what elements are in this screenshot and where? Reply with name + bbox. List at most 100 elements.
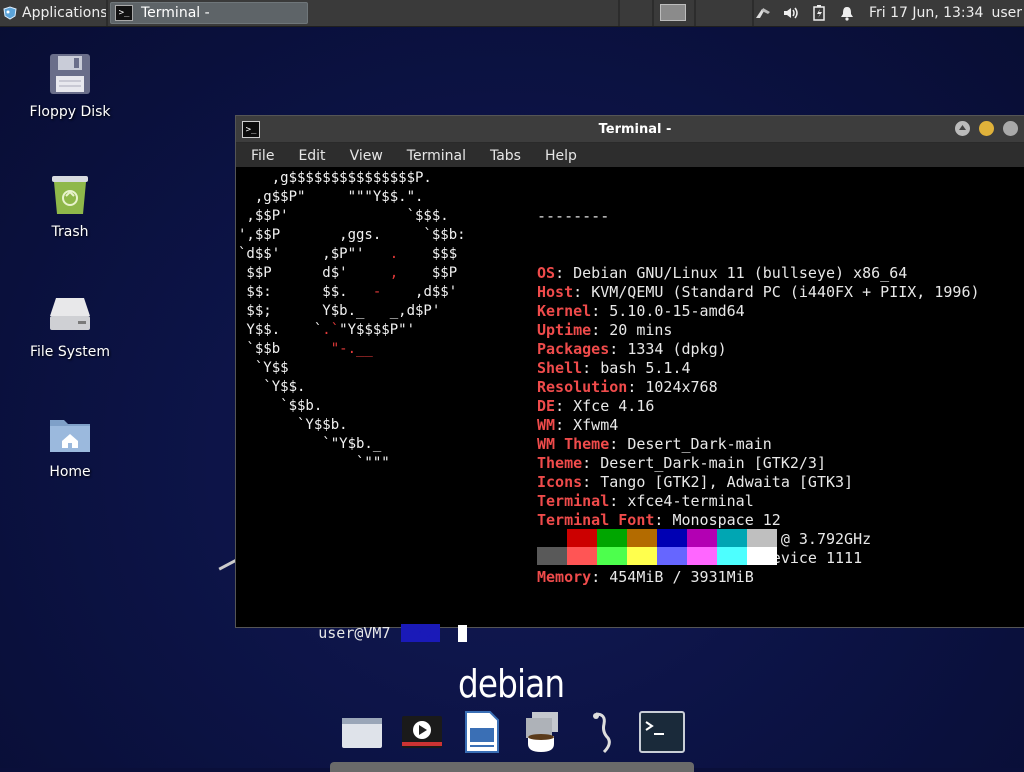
ascii-line: $$P d$' , $$P [238, 265, 458, 281]
info-line: Kernel: 5.10.0-15-amd64 [537, 302, 745, 320]
text-cursor [457, 625, 467, 642]
dock-background [330, 762, 694, 772]
info-line: DE: Xfce 4.16 [537, 397, 655, 415]
info-line: Memory: 454MiB / 3931MiB [537, 568, 754, 586]
palette-swatch [627, 547, 657, 565]
info-value: 5.10.0-15-amd64 [609, 302, 745, 320]
palette-swatch [597, 529, 627, 547]
palette-swatch [567, 547, 597, 565]
taskbar-terminal-label: Terminal - [141, 5, 210, 21]
audio-tool-icon [593, 712, 611, 754]
info-key: Shell [537, 359, 583, 377]
desktop: Applications >_ Terminal - Fri 17 Jun, 1 [0, 0, 1024, 772]
info-line: Terminal Font: Monospace 12 [537, 511, 781, 529]
menu-edit[interactable]: Edit [298, 148, 325, 164]
info-value: Desert_Dark-main [GTK2/3] [600, 454, 826, 472]
palette-swatch [747, 529, 777, 547]
palette-swatch [747, 547, 777, 565]
palette-swatch [687, 547, 717, 565]
menu-help[interactable]: Help [545, 148, 577, 164]
prompt-user: user@VM7 [318, 624, 391, 642]
info-value: 20 mins [609, 321, 673, 339]
terminal-icon: >_ [115, 5, 133, 21]
info-key: Uptime [537, 321, 592, 339]
window-shade-button[interactable] [955, 121, 970, 136]
ascii-line: `d$$' ,$P"' . $$$ [238, 246, 458, 262]
dock-media-player[interactable] [398, 708, 446, 756]
info-line: Shell: bash 5.1.4 [537, 359, 691, 377]
ascii-line: $$: $$. - ,d$$' [238, 284, 458, 300]
ascii-line: `Y$$ [238, 360, 289, 376]
dock-terminal[interactable] [638, 708, 686, 756]
ascii-line: ,$$P' `$$$. [238, 208, 449, 224]
debian-logo-text: debian [458, 662, 565, 706]
terminal-icon [639, 711, 685, 753]
user-menu[interactable]: user [991, 5, 1022, 21]
desktop-icon-label: Trash [51, 224, 89, 240]
desktop-icon-trash[interactable]: Trash [20, 172, 120, 240]
palette-swatch [717, 529, 747, 547]
panel-separator [618, 0, 620, 26]
info-value: KVM/QEMU (Standard PC (i440FX + PIIX, 19… [591, 283, 980, 301]
info-line: WM Theme: Desert_Dark-main [537, 435, 772, 453]
info-key: Memory [537, 568, 592, 586]
palette-swatch [687, 529, 717, 547]
info-value: Debian GNU/Linux 11 (bullseye) x86_64 [573, 264, 908, 282]
desktop-icon-label: File System [29, 344, 111, 360]
info-value: 454MiB / 3931MiB [609, 568, 754, 586]
shell-prompt[interactable]: user@VM7 VM7 [246, 605, 467, 662]
network-icon[interactable] [754, 5, 772, 21]
info-line: Icons: Tango [GTK2], Adwaita [GTK3] [537, 473, 854, 491]
clock[interactable]: Fri 17 Jun, 13:34 [869, 5, 984, 21]
window-titlebar[interactable]: >_ Terminal - [236, 116, 1024, 143]
ascii-line: `"Y$b._ [238, 436, 382, 452]
notification-bell-icon[interactable] [838, 5, 856, 21]
dock-file-manager[interactable] [338, 708, 386, 756]
taskbar-terminal-button[interactable]: >_ Terminal - [110, 2, 308, 24]
info-key: Theme [537, 454, 583, 472]
dock-text-editor[interactable] [458, 708, 506, 756]
terminal-output[interactable]: ,g$$$$$$$$$$$$$$$P. ,g$$P" """Y$$.". ,$$… [236, 167, 1024, 642]
menu-terminal[interactable]: Terminal [407, 148, 466, 164]
info-key: DE [537, 397, 556, 415]
color-palette [537, 529, 777, 565]
desktop-icon-label: Floppy Disk [29, 104, 111, 120]
dock-java-app[interactable] [518, 708, 566, 756]
terminal-window[interactable]: >_ Terminal - File Edit View Terminal Ta… [235, 115, 1024, 642]
menu-file[interactable]: File [251, 148, 274, 164]
java-app-icon [526, 712, 558, 752]
palette-swatch [657, 529, 687, 547]
ascii-line: ',$$P ,ggs. `$$b: [238, 227, 466, 243]
info-key: Packages [537, 340, 610, 358]
workspace-switcher[interactable] [660, 4, 686, 21]
applications-menu[interactable]: Applications [0, 0, 112, 26]
menu-view[interactable]: View [350, 148, 383, 164]
info-line: Uptime: 20 mins [537, 321, 673, 339]
info-key: Host [537, 283, 574, 301]
ascii-line: `""" [238, 455, 390, 471]
dock-audio-tool[interactable] [578, 708, 626, 756]
volume-icon[interactable] [782, 5, 800, 21]
info-value: Tango [GTK2], Adwaita [GTK3] [600, 473, 854, 491]
panel-separator [694, 0, 696, 26]
palette-swatch [537, 547, 567, 565]
info-key: Resolution [537, 378, 628, 396]
file-manager-icon [342, 718, 382, 748]
window-maximize-button[interactable] [1003, 121, 1018, 136]
info-value: Xfwm4 [573, 416, 619, 434]
info-value: xfce4-terminal [627, 492, 754, 510]
top-panel: Applications >_ Terminal - Fri 17 Jun, 1 [0, 0, 1024, 27]
desktop-icon-file-system[interactable]: File System [20, 292, 120, 360]
debian-logo: debian [458, 662, 565, 706]
desktop-icon-floppy-disk[interactable]: Floppy Disk [20, 52, 120, 120]
menu-tabs[interactable]: Tabs [490, 148, 521, 164]
info-separator: -------- [537, 207, 610, 225]
dock [330, 704, 694, 772]
window-minimize-button[interactable] [979, 121, 994, 136]
battery-icon[interactable] [810, 5, 828, 21]
text-editor-icon [465, 711, 499, 753]
system-tray: Fri 17 Jun, 13:34 user [749, 0, 1024, 26]
desktop-icon-home[interactable]: Home [20, 412, 120, 480]
trash-icon [48, 172, 92, 216]
info-key: OS [537, 264, 556, 282]
